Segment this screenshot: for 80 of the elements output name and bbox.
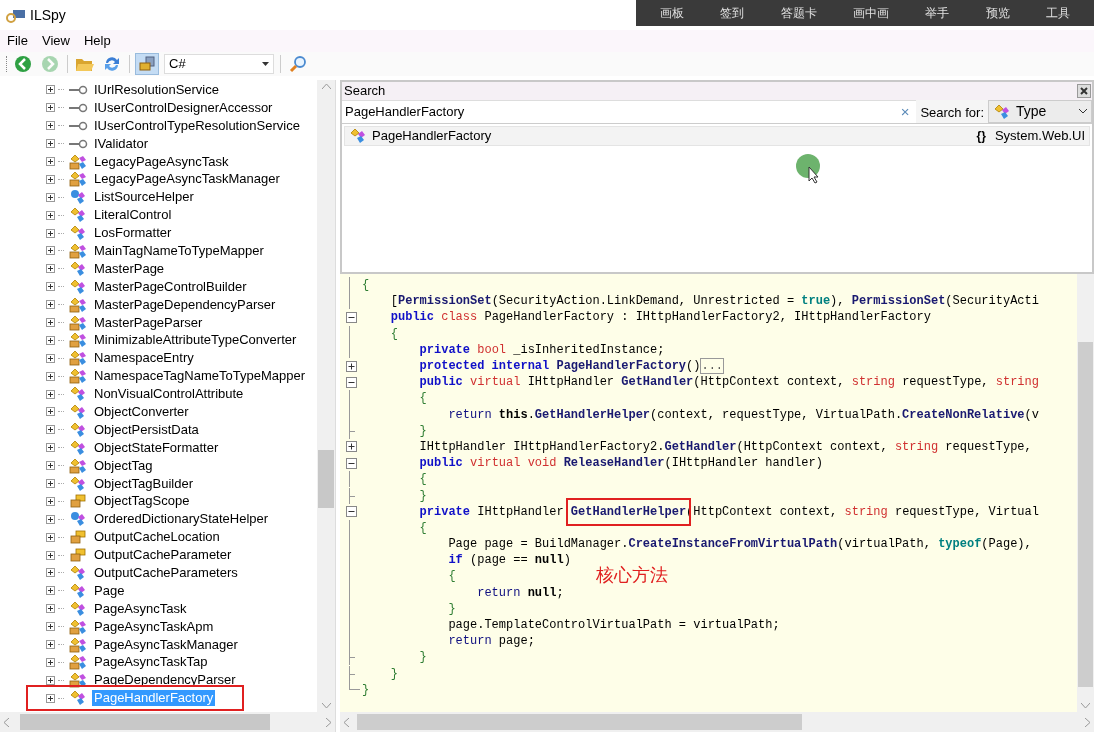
- code-line: {: [447, 568, 456, 585]
- window-title: ILSpy: [30, 5, 66, 25]
- code-line: [PermissionSet(SecurityAction.LinkDemand, Unrestricted = true), PermissionSet(SecurityActi: [389, 293, 1039, 310]
- tree-item[interactable]: IUrlResolutionService: [92, 81, 221, 98]
- code-line: public virtual IHttpHandler GetHandler(HttpContext context, string requestType, string: [418, 374, 1039, 391]
- code-line: return this.GetHandlerHelper(context, requestType, VirtualPath.CreateNonRelative(v: [447, 406, 1039, 423]
- tree-item[interactable]: ListSourceHelper: [92, 189, 196, 206]
- code-line: }: [389, 665, 398, 682]
- result-name: PageHandlerFactory: [372, 127, 493, 146]
- code-line: return page;: [447, 633, 535, 650]
- code-line: protected internal PageHandlerFactory()...: [418, 358, 725, 375]
- code-line: }: [362, 681, 370, 698]
- tree-item[interactable]: ObjectTag: [92, 457, 155, 474]
- tree-item[interactable]: PageAsyncTask: [92, 600, 189, 617]
- tree-item[interactable]: IUserControlDesignerAccessor: [92, 99, 275, 116]
- overlay-tool-button[interactable]: 画板: [660, 4, 685, 22]
- overlay-tool-button[interactable]: 预览: [985, 4, 1010, 22]
- tree-item[interactable]: NonVisualControlAttribute: [92, 386, 246, 403]
- tree-item[interactable]: Page: [92, 582, 127, 599]
- tree-item[interactable]: MasterPageDependencyParser: [92, 296, 278, 313]
- code-line: {: [389, 325, 398, 342]
- tree-item[interactable]: OrderedDictionaryStateHelper: [92, 511, 271, 528]
- tree-item[interactable]: OutputCacheParameters: [92, 565, 240, 581]
- tree-item[interactable]: PageAsyncTaskTap: [92, 654, 210, 671]
- menu-item[interactable]: File: [0, 31, 35, 51]
- tree-item[interactable]: LosFormatter: [92, 225, 174, 242]
- tree-item[interactable]: IValidator: [92, 135, 150, 152]
- tree-item[interactable]: LegacyPageAsyncTask: [92, 153, 231, 170]
- tree-item[interactable]: ObjectConverter: [92, 403, 191, 420]
- annotation-text: 核心方法: [596, 563, 668, 587]
- code-line: {: [418, 519, 427, 536]
- code-line: page.TemplateControlVirtualPath = virtualPath;: [447, 617, 780, 634]
- tree-item[interactable]: MasterPage: [92, 260, 167, 277]
- tree-item[interactable]: LiteralControl: [92, 207, 174, 224]
- tree-item[interactable]: IUserControlTypeResolutionService: [92, 117, 302, 134]
- tree-item[interactable]: OutputCacheLocation: [92, 529, 222, 546]
- code-line: {: [362, 277, 370, 294]
- overlay-tool-button[interactable]: 答题卡: [780, 4, 817, 22]
- overlay-tool-button[interactable]: 举手: [925, 4, 950, 22]
- tree-item[interactable]: MasterPageControlBuilder: [92, 278, 249, 295]
- code-line: {: [418, 471, 427, 488]
- clear-button[interactable]: ×: [896, 100, 914, 124]
- menu-item[interactable]: Help: [76, 31, 118, 51]
- overlay-tool-button[interactable]: 工具: [1045, 4, 1070, 22]
- search-for-label: Search for:: [916, 100, 988, 123]
- tree-item[interactable]: MinimizableAttributeTypeConverter: [92, 332, 299, 349]
- code-line: Page page = BuildManager.CreateInstanceFromVirtualPath(virtualPath, typeof(Page),: [447, 536, 1032, 553]
- code-line: return null;: [476, 584, 564, 601]
- tree-item[interactable]: ObjectTagScope: [92, 493, 192, 510]
- code-line: if (page == null): [447, 552, 571, 569]
- namespace-icon: {}: [976, 127, 986, 145]
- tree-item[interactable]: NamespaceEntry: [92, 350, 196, 367]
- tree-item[interactable]: ObjectStateFormatter: [92, 439, 221, 456]
- code-line: public class PageHandlerFactory : IHttpHandlerFactory2, IHttpHandlerFactory: [389, 309, 931, 326]
- search-type-dropdown[interactable]: Type: [988, 100, 1092, 123]
- code-line: }: [418, 422, 427, 439]
- search-result-row[interactable]: PageHandlerFactory {} System.Web.UI: [344, 126, 1090, 146]
- tree-item[interactable]: PageAsyncTaskManager: [92, 636, 240, 653]
- overlay-tool-button[interactable]: 画中画: [853, 4, 889, 22]
- code-line: private bool _isInheritedInstance;: [418, 341, 665, 358]
- tree-item[interactable]: ObjectPersistData: [92, 421, 201, 438]
- tree-item[interactable]: ObjectTagBuilder: [92, 475, 195, 492]
- panel-title: Search: [344, 82, 386, 101]
- tree-item[interactable]: PageAsyncTaskApm: [92, 618, 216, 635]
- language-dropdown[interactable]: C#: [164, 54, 274, 74]
- tree-item[interactable]: LegacyPageAsyncTaskManager: [92, 171, 282, 188]
- code-line: {: [418, 390, 427, 407]
- code-line: }: [447, 600, 456, 617]
- result-namespace: System.Web.UI: [994, 127, 1085, 146]
- overlay-tool-button[interactable]: 签到: [720, 4, 745, 22]
- code-line: IHttpHandler IHttpHandlerFactory2.GetHandler(HttpContext context, string requestType,: [418, 438, 1032, 455]
- code-line: }: [418, 487, 427, 504]
- tree-item[interactable]: PageDependencyParser: [92, 672, 238, 689]
- tree-item[interactable]: OutputCacheParameter: [92, 547, 234, 564]
- tree-item[interactable]: NamespaceTagNameToTypeMapper: [92, 368, 307, 385]
- menu-item[interactable]: View: [34, 31, 77, 51]
- code-line: }: [418, 649, 427, 666]
- tree-item[interactable]: MasterPageParser: [92, 314, 205, 331]
- code-line: public virtual void ReleaseHandler(IHttpHandler handler): [418, 455, 823, 472]
- tree-item[interactable]: MainTagNameToTypeMapper: [92, 242, 266, 259]
